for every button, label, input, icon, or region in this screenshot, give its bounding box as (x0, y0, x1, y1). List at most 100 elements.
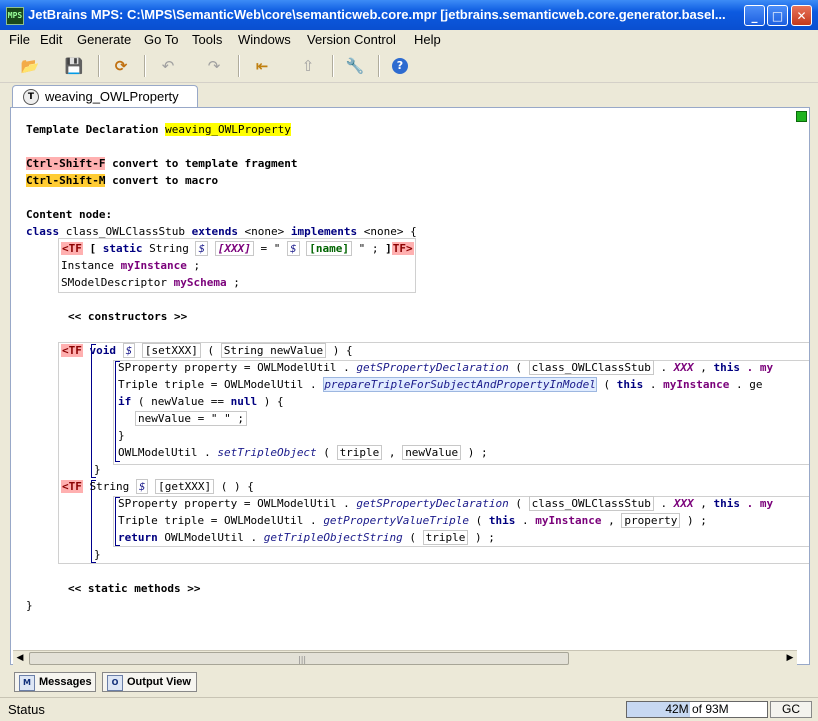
open-folder-icon[interactable]: 📂 (20, 56, 40, 76)
class-keyword: class (26, 225, 60, 238)
truncated-text: . my (739, 497, 774, 510)
method-call[interactable]: getTripleObjectString (264, 531, 403, 544)
this-keyword: this (713, 497, 740, 510)
save-icon[interactable]: 💾 (64, 56, 84, 76)
status-text: Status (8, 702, 45, 717)
statement-text[interactable]: SProperty property = OWLModelUtil . (118, 497, 356, 510)
menu-tools[interactable]: Tools (192, 32, 222, 47)
menu-windows[interactable]: Windows (238, 32, 291, 47)
tf-marker-close[interactable]: TF> (391, 242, 414, 255)
method-call[interactable]: setTripleObject (217, 446, 316, 459)
method-call-selected[interactable]: prepareTripleForSubjectAndPropertyInMode… (323, 377, 597, 392)
statement-text[interactable]: OWLModelUtil . (118, 446, 217, 459)
toolbar-separator (332, 55, 334, 77)
call-argument[interactable]: class_OWLClassStub (528, 496, 654, 511)
field-initializer[interactable]: = " (254, 242, 287, 255)
assignment-statement[interactable]: newValue = " " ; (135, 411, 247, 426)
if-open: ) { (257, 395, 284, 408)
closing-brace: } (94, 548, 101, 561)
dot: . (515, 514, 536, 527)
tf-marker-open[interactable]: <TF (61, 480, 83, 493)
tf-marker-open[interactable]: <TF (61, 242, 83, 255)
maximize-button[interactable]: □ (767, 5, 788, 26)
field-name[interactable]: mySchema (174, 276, 227, 289)
menu-help[interactable]: Help (414, 32, 441, 47)
scroll-right-icon[interactable]: ▶ (783, 651, 797, 665)
statement-text[interactable]: Triple triple = OWLModelUtil . (118, 514, 323, 527)
field-type[interactable]: Instance (61, 259, 121, 272)
call-argument[interactable]: property (621, 513, 681, 528)
call-open: ( (469, 514, 489, 527)
call-argument[interactable]: newValue (402, 445, 462, 460)
property-macro[interactable]: $ (286, 241, 300, 256)
toolbar-separator (378, 55, 380, 77)
redo-icon[interactable]: ↷ (204, 56, 224, 76)
statement-text[interactable]: Triple triple = OWLModelUtil . (118, 378, 323, 391)
method-call[interactable]: getSPropertyDeclaration (356, 361, 508, 374)
method-name[interactable]: [getXXX] (155, 479, 215, 494)
grip-icon: ||| (298, 655, 307, 664)
this-keyword: this (713, 361, 740, 374)
template-name[interactable]: weaving_OWLProperty (165, 123, 291, 136)
menu-file[interactable]: File (9, 32, 30, 47)
call-argument[interactable]: class_OWLClassStub (528, 360, 654, 375)
close-button[interactable]: ✕ (791, 5, 812, 26)
menu-version-control[interactable]: Version Control (307, 32, 396, 47)
return-type[interactable]: String (90, 480, 136, 493)
method-call[interactable]: getPropertyValueTriple (323, 514, 469, 527)
field-reference[interactable]: XXX (674, 497, 694, 510)
settings-wrench-icon[interactable]: 🔧 (345, 56, 365, 76)
class-closing-brace: } (26, 599, 33, 612)
undo-icon[interactable]: ↶ (158, 56, 178, 76)
method-parameter[interactable]: String newValue (220, 343, 327, 358)
macro-bracket: ] (385, 242, 392, 255)
output-view-button[interactable]: O Output View (102, 672, 197, 692)
if-condition[interactable]: ( newValue == (131, 395, 230, 408)
field-name[interactable]: myInstance (121, 259, 187, 272)
gc-button[interactable]: GC (770, 701, 812, 718)
field-reference[interactable]: myInstance (663, 378, 729, 391)
editor-tab-row: T weaving_OWLProperty (10, 84, 810, 108)
refresh-icon[interactable]: ⟳ (111, 56, 131, 76)
statement-text[interactable]: SProperty property = OWLModelUtil . (118, 361, 356, 374)
messages-button[interactable]: M Messages (14, 672, 96, 692)
property-macro[interactable]: $ (135, 479, 149, 494)
horizontal-scrollbar[interactable]: ◀ ||| ▶ (13, 650, 797, 665)
menu-edit[interactable]: Edit (40, 32, 62, 47)
code-editor[interactable]: Template Declaration weaving_OWLProperty… (10, 107, 810, 665)
field-type[interactable]: SModelDescriptor (61, 276, 174, 289)
call-argument[interactable]: triple (422, 530, 469, 545)
call-open: ( (402, 531, 423, 544)
implements-value[interactable]: <none> { (357, 225, 417, 238)
static-methods-section-label[interactable]: << static methods >> (68, 582, 200, 595)
constructors-section-label[interactable]: << constructors >> (68, 310, 187, 323)
call-argument[interactable]: triple (336, 445, 383, 460)
tab-weaving-owlproperty[interactable]: T weaving_OWLProperty (12, 85, 198, 108)
status-ok-indicator (796, 111, 807, 122)
up-icon[interactable]: ⇧ (298, 56, 318, 76)
back-icon[interactable]: ⇤ (252, 56, 272, 76)
help-icon[interactable]: ? (392, 58, 408, 74)
call-close: ) ; (468, 531, 495, 544)
string-end[interactable]: " ; (352, 242, 385, 255)
extends-value[interactable]: <none> (238, 225, 291, 238)
scroll-thumb[interactable]: ||| (29, 652, 569, 665)
menu-generate[interactable]: Generate (77, 32, 131, 47)
method-call[interactable]: getSPropertyDeclaration (356, 497, 508, 510)
field-type[interactable]: String (143, 242, 196, 255)
field-name-placeholder[interactable]: [XXX] (214, 241, 254, 256)
field-reference[interactable]: myInstance (535, 514, 601, 527)
name-reference[interactable]: [name] (306, 241, 352, 256)
field-reference[interactable]: XXX (674, 361, 694, 374)
class-name[interactable]: class_OWLClassStub (59, 225, 191, 238)
method-bracket (91, 344, 96, 478)
method-name[interactable]: [setXXX] (141, 343, 201, 358)
minimize-button[interactable]: _ (744, 5, 765, 26)
property-macro[interactable]: $ (122, 343, 136, 358)
scroll-left-icon[interactable]: ◀ (13, 651, 27, 665)
comma: , (601, 514, 622, 527)
tf-marker-open[interactable]: <TF (61, 344, 83, 357)
statement-text[interactable]: OWLModelUtil . (158, 531, 264, 544)
property-macro[interactable]: $ (195, 241, 209, 256)
menu-goto[interactable]: Go To (144, 32, 178, 47)
